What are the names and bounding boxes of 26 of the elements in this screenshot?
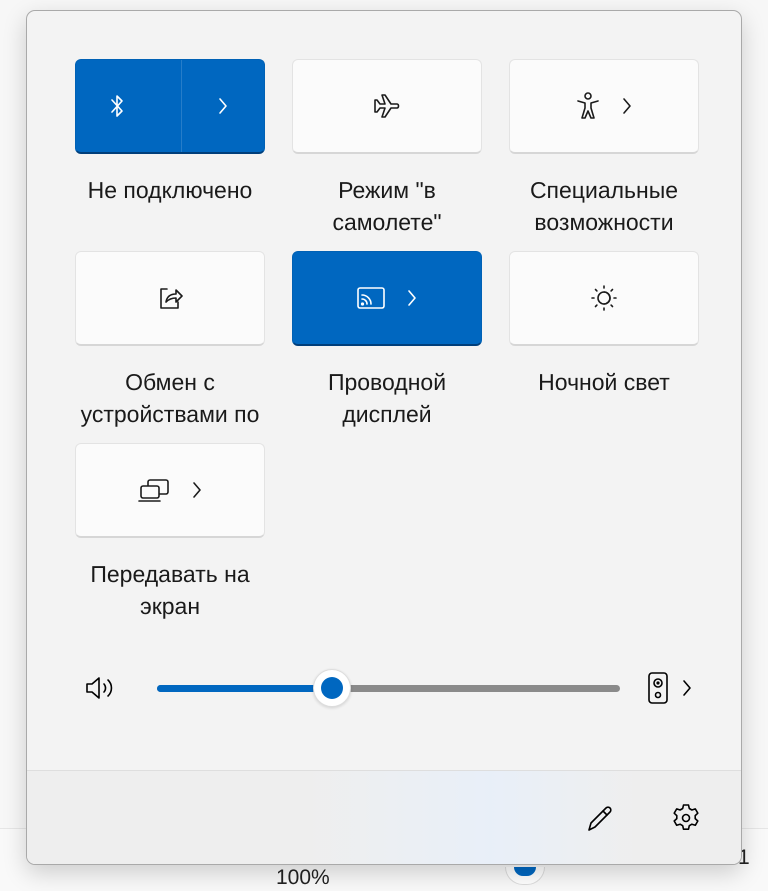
airplane-icon [372,92,402,120]
settings-icon [671,802,701,832]
tile-label: Не подключено [86,176,254,205]
zoom-value: 100% [276,867,330,888]
screens-icon [138,478,170,502]
toggle-tile[interactable] [292,251,482,346]
slider-thumb [505,867,545,885]
tile-label: Передавать на экран [89,560,251,621]
volume-thumb[interactable] [312,669,351,707]
volume-slider[interactable] [157,684,620,692]
cast-icon [357,287,385,309]
tile-label: Обмен с устройствами по [80,368,260,429]
chevron-icon [407,289,417,307]
tile-label: Ночной свет [537,368,671,397]
accessibility-icon [576,92,600,120]
bluetooth-icon [110,93,124,119]
tile-label: Проводной дисплей [326,368,448,429]
chevron-icon [622,97,632,115]
brightness-icon [590,284,618,312]
tile-label: Режим "в самолете" [331,176,443,237]
chevron-icon [218,97,228,115]
chevron-icon [192,481,202,499]
speaker-device-icon [648,672,668,704]
share-icon [157,285,183,311]
tile-label: Специальные возможности [528,176,680,237]
chevron-icon [682,679,692,697]
